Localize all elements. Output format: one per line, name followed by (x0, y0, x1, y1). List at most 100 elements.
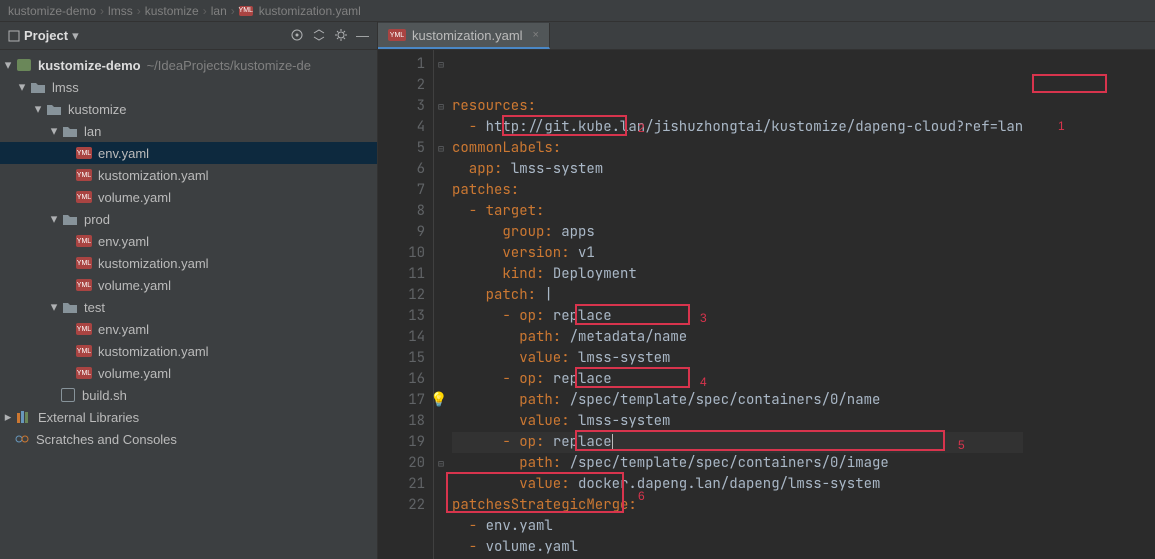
tree-label: kustomization.yaml (98, 344, 209, 359)
tree-row-file[interactable]: YML env.yaml (0, 142, 377, 164)
annotation-label-5: 5 (958, 435, 965, 456)
yaml-file-icon: YML (76, 145, 92, 161)
tree-label: build.sh (82, 388, 127, 403)
annotation-label-4: 4 (700, 372, 707, 393)
code-content[interactable]: 💡 resources: - http://git.kube.lan/jishu… (448, 50, 1023, 559)
gear-icon[interactable] (334, 28, 348, 42)
chevron-down-icon[interactable]: ▾ (16, 81, 28, 93)
yaml-file-icon: YML (76, 321, 92, 337)
annotation-label-3: 3 (700, 308, 707, 329)
tree-label: Scratches and Consoles (36, 432, 177, 447)
annotation-label-1: 1 (1058, 116, 1065, 137)
tree-label: kustomization.yaml (98, 168, 209, 183)
sh-file-icon (60, 387, 76, 403)
tree-label: lmss (52, 80, 79, 95)
tree-row-external-libraries[interactable]: ▸ External Libraries (0, 406, 377, 428)
tree-row-file[interactable]: build.sh (0, 384, 377, 406)
tree-row-file[interactable]: YML volume.yaml (0, 274, 377, 296)
yaml-file-icon: YML (76, 277, 92, 293)
chevron-down-icon[interactable]: ▾ (2, 59, 14, 71)
folder-icon (62, 123, 78, 139)
editor-tabs: YML kustomization.yaml × (378, 22, 1155, 50)
tree-label: lan (84, 124, 101, 139)
tab-label: kustomization.yaml (412, 28, 523, 43)
line-gutter: 12345 678910 1112131415 1617181920 2122 (378, 50, 434, 559)
folder-icon (62, 299, 78, 315)
locate-icon[interactable] (290, 28, 304, 42)
sidebar-title: Project (24, 28, 68, 43)
tree-label: test (84, 300, 105, 315)
tree-row-file[interactable]: YML kustomization.yaml (0, 252, 377, 274)
editor: YML kustomization.yaml × 12345 678910 11… (378, 22, 1155, 559)
tree-label: kustomize (68, 102, 127, 117)
tree-label: prod (84, 212, 110, 227)
tree-row-file[interactable]: YML env.yaml (0, 318, 377, 340)
project-view-icon (8, 30, 20, 42)
code-editor[interactable]: 12345 678910 1112131415 1617181920 2122 … (378, 50, 1155, 559)
folder-icon (62, 211, 78, 227)
fold-gutter: ⊟⊟⊟ ⊟ (434, 50, 448, 559)
tree-row-folder[interactable]: ▾ prod (0, 208, 377, 230)
breadcrumb-item[interactable]: lmss (108, 4, 133, 18)
breadcrumb: kustomize-demo › lmss › kustomize › lan … (0, 0, 1155, 22)
tree-label: env.yaml (98, 146, 149, 161)
breadcrumb-item[interactable]: kustomize (145, 4, 199, 18)
breadcrumb-item[interactable]: kustomize-demo (8, 4, 96, 18)
tree-row-scratches[interactable]: Scratches and Consoles (0, 428, 377, 450)
tree-path: ~/IdeaProjects/kustomize-de (147, 58, 311, 73)
chevron-down-icon[interactable]: ▾ (48, 125, 60, 137)
tree-row-file[interactable]: YML env.yaml (0, 230, 377, 252)
hide-button[interactable]: — (356, 28, 369, 43)
tree-label: env.yaml (98, 322, 149, 337)
tree-label: volume.yaml (98, 366, 171, 381)
chevron-down-icon[interactable]: ▾ (32, 103, 44, 115)
tree-row-folder[interactable]: ▾ test (0, 296, 377, 318)
yaml-file-icon: YML (76, 189, 92, 205)
tree-label: volume.yaml (98, 190, 171, 205)
close-icon[interactable]: × (533, 29, 539, 41)
tree-label: env.yaml (98, 234, 149, 249)
folder-icon (46, 101, 62, 117)
yaml-file-icon: YML (76, 233, 92, 249)
folder-icon (30, 79, 46, 95)
tree-label: volume.yaml (98, 278, 171, 293)
chevron-down-icon[interactable]: ▾ (48, 301, 60, 313)
tree-row-folder[interactable]: ▾ lan (0, 120, 377, 142)
annotation-label-6: 6 (638, 486, 645, 507)
annotation-box-1 (1032, 74, 1107, 93)
tree-row-file[interactable]: YML volume.yaml (0, 362, 377, 384)
chevron-right-icon[interactable]: ▸ (2, 411, 14, 423)
chevron-down-icon[interactable]: ▾ (48, 213, 60, 225)
tree-row-folder[interactable]: ▾ lmss (0, 76, 377, 98)
expand-all-icon[interactable] (312, 28, 326, 42)
tree-label: kustomization.yaml (98, 256, 209, 271)
tree-row-file[interactable]: YML volume.yaml (0, 186, 377, 208)
libraries-icon (16, 409, 32, 425)
yaml-file-icon: YML (76, 167, 92, 183)
chevron-right-icon: › (100, 4, 104, 18)
project-sidebar: Project ▾ — ▾ kustomize-demo ~/IdeaProje… (0, 22, 378, 559)
yaml-file-icon: YML (239, 6, 253, 16)
intention-bulb-icon[interactable]: 💡 (430, 390, 447, 411)
yaml-file-icon: YML (388, 29, 406, 41)
yaml-file-icon: YML (76, 365, 92, 381)
tree-row-project[interactable]: ▾ kustomize-demo ~/IdeaProjects/kustomiz… (0, 54, 377, 76)
tree-row-file[interactable]: YML kustomization.yaml (0, 164, 377, 186)
project-tree[interactable]: ▾ kustomize-demo ~/IdeaProjects/kustomiz… (0, 50, 377, 559)
breadcrumb-item[interactable]: kustomization.yaml (259, 4, 361, 18)
tree-label: kustomize-demo (38, 58, 141, 73)
tree-label: External Libraries (38, 410, 139, 425)
chevron-right-icon: › (203, 4, 207, 18)
sidebar-header: Project ▾ — (0, 22, 377, 50)
chevron-right-icon: › (137, 4, 141, 18)
tree-row-folder[interactable]: ▾ kustomize (0, 98, 377, 120)
chevron-right-icon: › (231, 4, 235, 18)
tab-kustomization[interactable]: YML kustomization.yaml × (378, 23, 550, 49)
yaml-file-icon: YML (76, 255, 92, 271)
scratches-icon (14, 431, 30, 447)
tree-row-file[interactable]: YML kustomization.yaml (0, 340, 377, 362)
dropdown-arrow-icon[interactable]: ▾ (72, 28, 79, 44)
breadcrumb-item[interactable]: lan (211, 4, 227, 18)
project-icon (16, 57, 32, 73)
annotation-label-2: 2 (638, 118, 645, 139)
